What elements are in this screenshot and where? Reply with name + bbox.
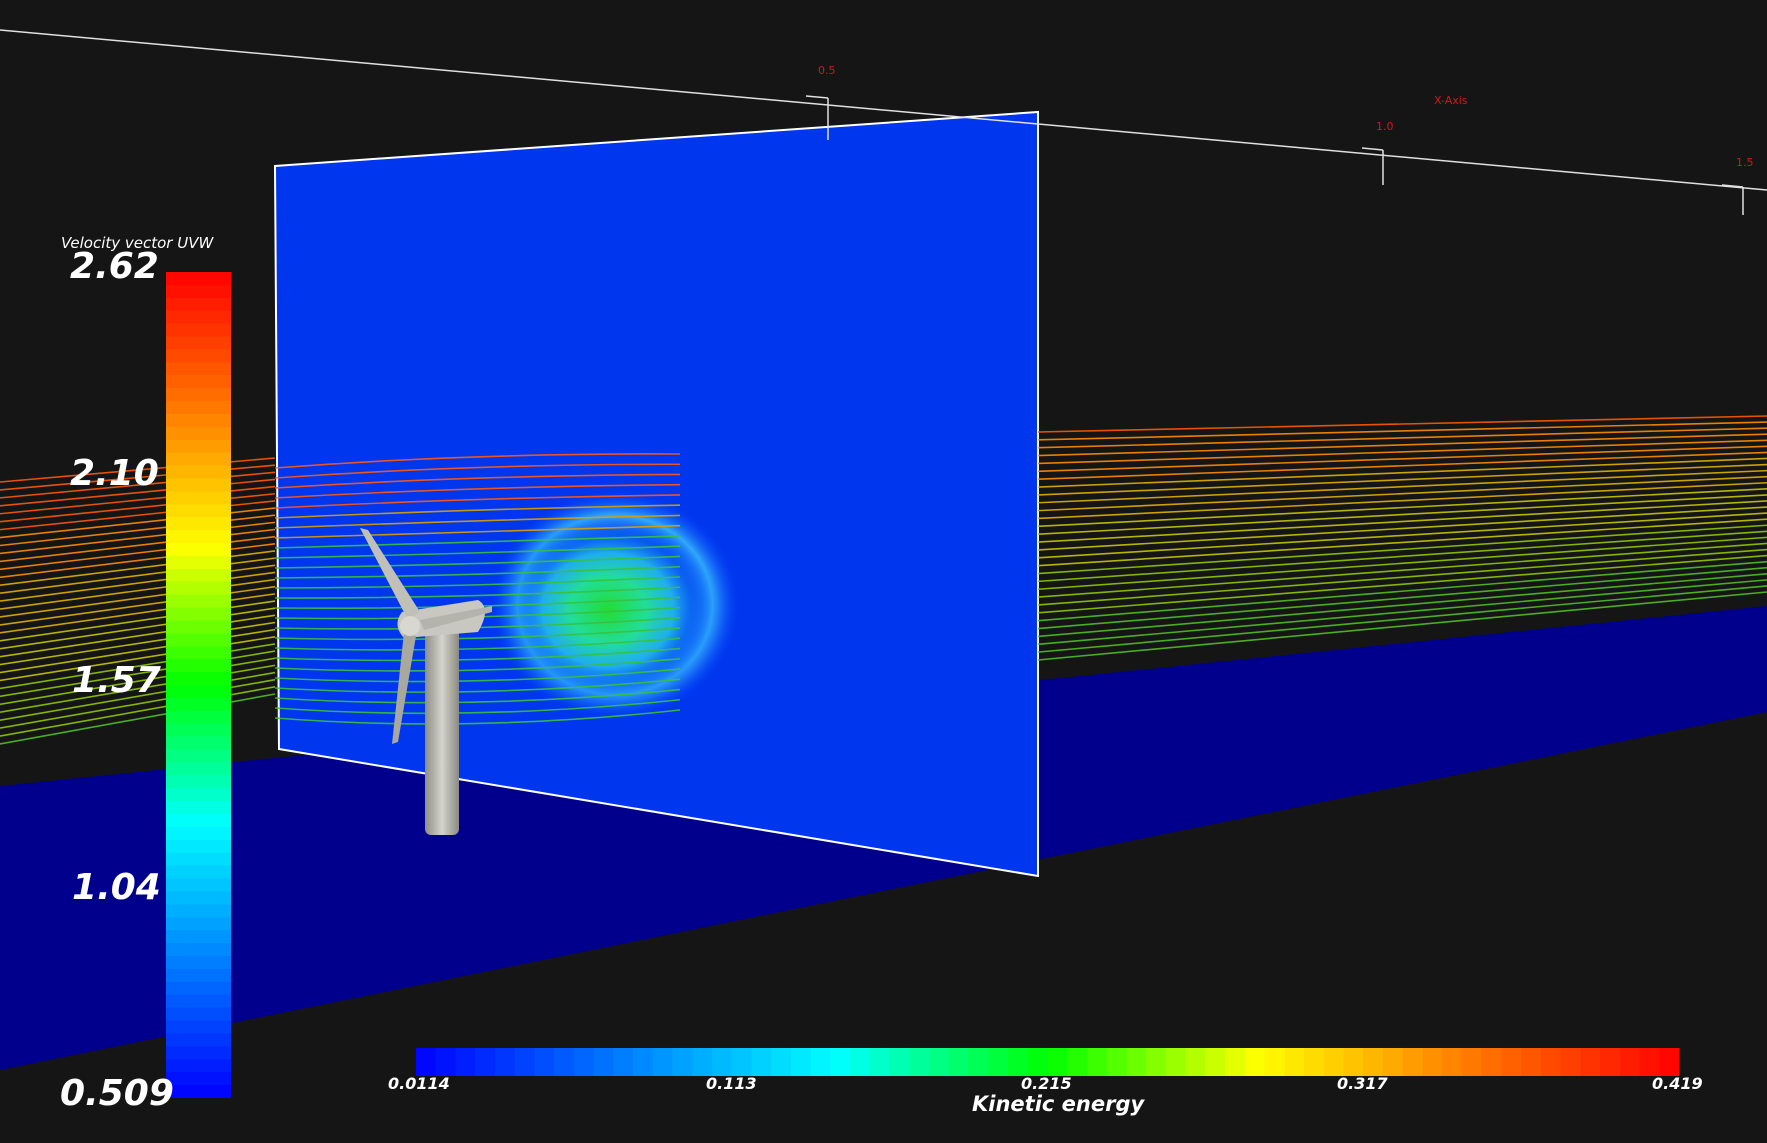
streamline: [0, 564, 276, 602]
velocity-legend-label: 1.57: [72, 660, 161, 701]
streamline: [1037, 463, 1767, 496]
streamline: [1037, 530, 1767, 583]
wake-core: [498, 515, 718, 705]
velocity-legend-label: 1.04: [72, 867, 161, 908]
streamline: [0, 557, 276, 594]
streamline: [0, 585, 276, 626]
streamline: [1037, 457, 1767, 488]
streamline: [1037, 518, 1767, 567]
turbine-tower: [425, 620, 459, 835]
streamline: [1037, 445, 1767, 473]
energy-legend-title: Kinetic energy: [972, 1092, 1145, 1116]
streamline: [0, 593, 276, 634]
streamline: [1037, 554, 1767, 614]
streamline: [0, 571, 276, 610]
visualization-viewport[interactable]: 0.5 1.0 1.5 X-Axis Velocity vector UVW 2…: [0, 0, 1767, 1143]
streamline: [0, 578, 276, 618]
streamline: [0, 507, 276, 539]
velocity-legend-label: 2.10: [70, 453, 159, 494]
streamline: [0, 492, 276, 523]
streamlines-upstream: [0, 457, 276, 745]
x-axis-title: X-Axis: [1434, 94, 1468, 107]
streamline: [0, 693, 276, 745]
energy-colorbar: [416, 1048, 1679, 1076]
3d-scene[interactable]: [0, 0, 1767, 1143]
energy-legend-label: 0.215: [1021, 1074, 1072, 1093]
velocity-legend-min: 0.509: [60, 1073, 174, 1114]
streamline: [0, 500, 276, 531]
streamline: [1037, 524, 1767, 575]
energy-legend-label: 0.419: [1652, 1074, 1703, 1093]
energy-legend-label: 0.113: [706, 1074, 757, 1093]
streamline: [1037, 536, 1767, 591]
velocity-legend-max: 2.62: [70, 246, 159, 287]
x-axis-tick-label: 0.5: [818, 64, 836, 77]
energy-legend-label: 0.317: [1337, 1074, 1388, 1093]
velocity-colorbar: [166, 272, 231, 1098]
turbine-hub: [400, 616, 420, 636]
energy-legend-label: 0.0114: [388, 1074, 450, 1093]
x-axis-tick-label: 1.5: [1736, 156, 1754, 169]
x-axis-tick-label: 1.0: [1376, 120, 1394, 133]
